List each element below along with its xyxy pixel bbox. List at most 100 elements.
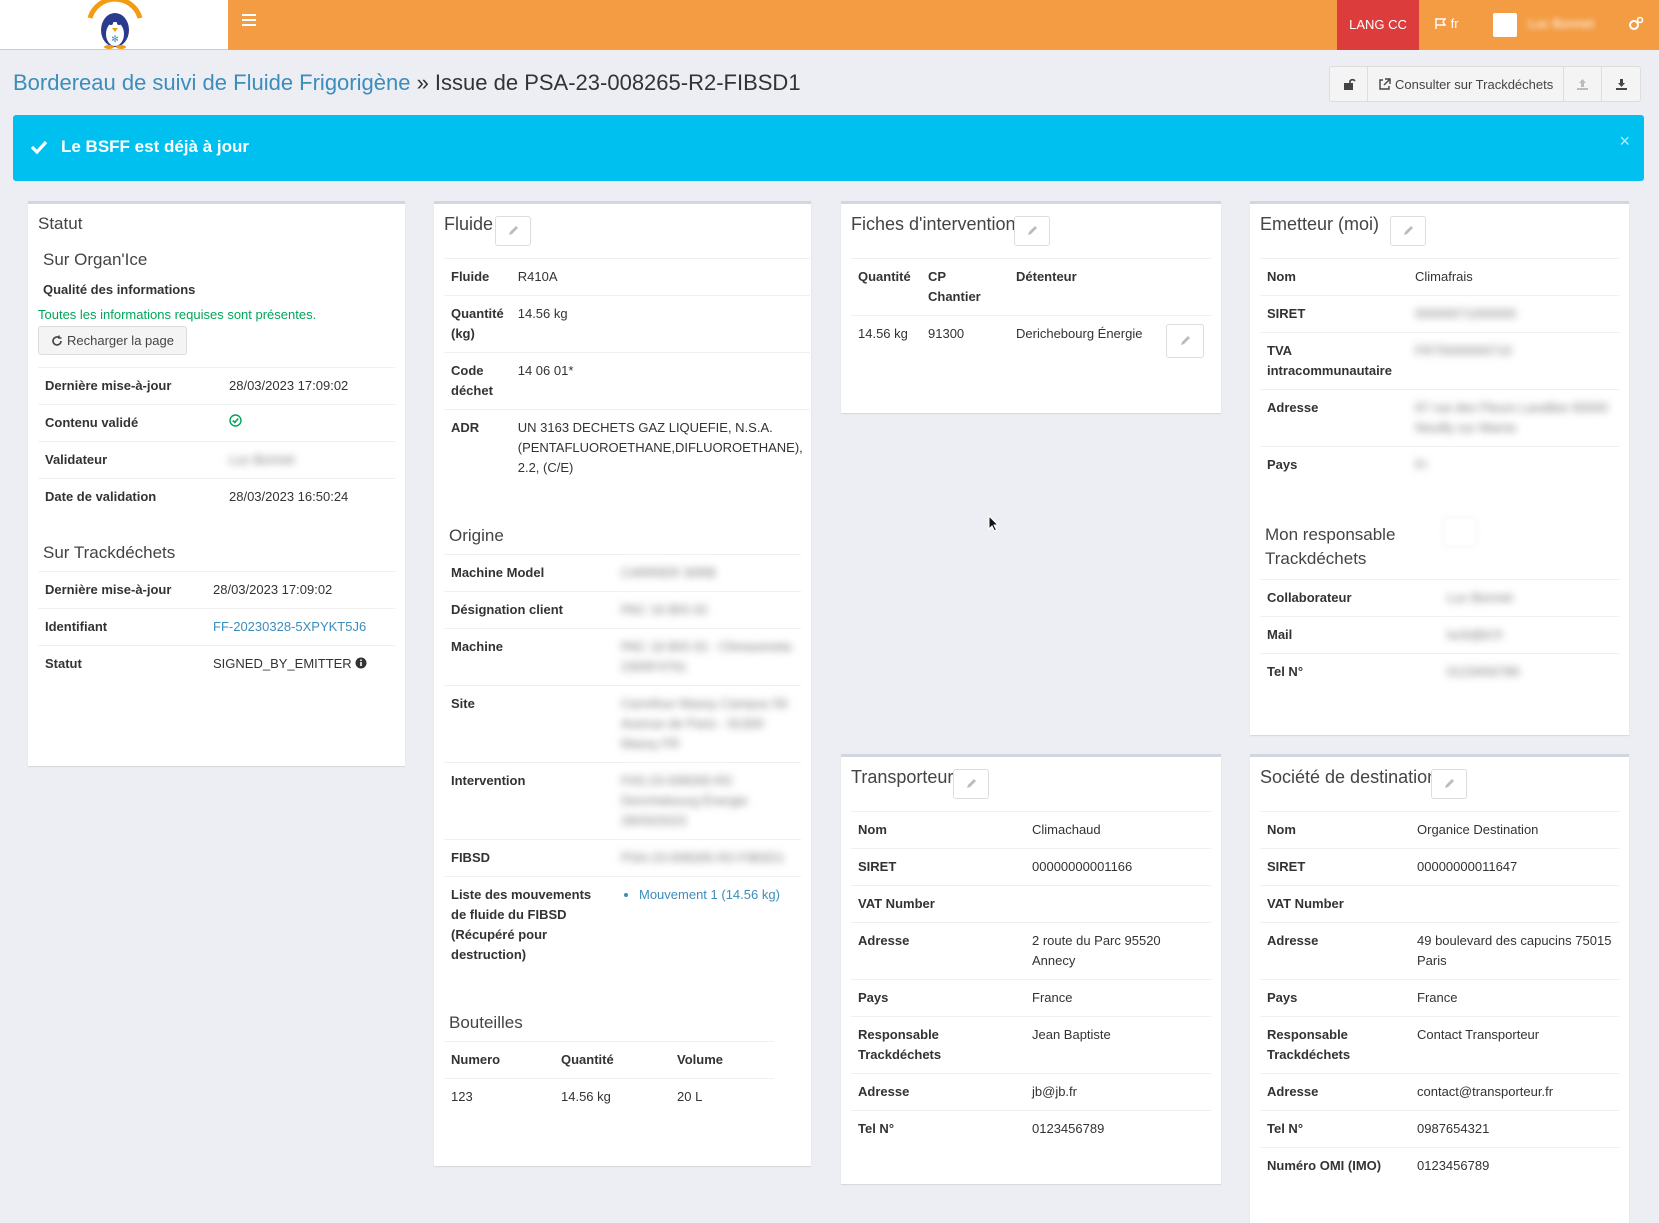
trackdechets-id-link[interactable]: FF-20230328-5XPYKT5J6 [206, 608, 395, 646]
origine-title: Origine [449, 526, 504, 545]
pencil-icon [1445, 779, 1454, 788]
menu-toggle-icon[interactable] [242, 14, 256, 28]
trackdechets-title: Sur Trackdéchets [43, 543, 176, 562]
origine-table: Machine Model CARRIER 30RB Désignation cl… [444, 554, 801, 973]
transporteur-table: Nom Climachaud SIRET 00000000001166 VAT Nu… [851, 811, 1211, 1147]
table-row: Collaborateur Luc Bonnet [1260, 579, 1619, 617]
download-button[interactable] [1602, 67, 1640, 101]
trackdechets-button[interactable]: Consulter sur Trackdéchets [1368, 67, 1565, 101]
table-row: Désignation client PAC 16 BIS 02 [444, 591, 801, 629]
table-row: SIRET 00000000011647 [1260, 848, 1619, 886]
table-row: FIBSD PSA-23-008265-R2-FIBSD1 [444, 839, 801, 877]
organice-title: Sur Organ'Ice [43, 250, 148, 269]
table-header-row: Quantité CP Chantier Détenteur [851, 258, 1211, 316]
table-row: Dernière mise-à-jour 28/03/2023 17:09:02 [38, 367, 395, 405]
edit-fiche-row-button[interactable] [1166, 324, 1204, 358]
bouteilles-title: Bouteilles [449, 1013, 523, 1032]
upload-icon [1577, 78, 1589, 90]
table-row: Adresse jb@jb.fr [851, 1073, 1211, 1111]
fluide-box: Fluide Fluide R410A Quantité (kg) 14.56 kg… [434, 201, 811, 1166]
table-row: Validateur Luc Bonnet [38, 441, 395, 479]
table-row: VAT Number [1260, 885, 1619, 923]
destination-header: Société de destination [1250, 757, 1629, 803]
pencil-icon [967, 779, 976, 788]
fiches-table: Quantité CP Chantier Détenteur 14.56 kg … [851, 258, 1211, 372]
destination-title: Société de destination [1260, 767, 1438, 787]
pencil-icon [509, 226, 518, 235]
table-row: Adresse 49 boulevard des capucins 75015 P… [1260, 922, 1619, 980]
table-row: Quantité (kg) 14.56 kg [444, 295, 810, 353]
table-row: Machine PAC 16 BIS 02 - Climaveneta 2305F… [444, 628, 801, 686]
edit-transporteur-button[interactable] [953, 769, 989, 799]
table-row: Fluide R410A [444, 258, 810, 296]
trackdechets-status-table: Dernière mise-à-jour 28/03/2023 17:09:02 … [38, 571, 395, 682]
fluide-header: Fluide [434, 204, 811, 250]
emetteur-table: Nom Climafrais SIRET 00000071000000 TVA in… [1260, 258, 1619, 483]
table-row: VAT Number [851, 885, 1211, 923]
alert-close-button[interactable]: × [1619, 131, 1630, 152]
table-row: Site Carrefour Massy Campus 59 Avenue de … [444, 685, 801, 763]
emetteur-title: Emetteur (moi) [1260, 214, 1380, 234]
edit-fiches-button[interactable] [1014, 216, 1050, 246]
table-row: Tel N° 0123456789 [1260, 653, 1619, 690]
edit-emetteur-button[interactable] [1390, 216, 1426, 246]
table-row: Date de validation 28/03/2023 16:50:24 [38, 478, 395, 515]
alert-message: Le BSFF est déjà à jour [61, 137, 249, 156]
table-row: Mail lucb@d.fr [1260, 616, 1619, 654]
unlock-button[interactable] [1330, 67, 1368, 101]
table-row: Nom Organice Destination [1260, 811, 1619, 849]
table-row: 123 14.56 kg 20 L [444, 1078, 774, 1115]
mouse-cursor-icon [988, 515, 1000, 532]
lang-cc-button[interactable]: LANG CC [1337, 0, 1419, 50]
table-row: Responsable Trackdéchets Jean Baptiste [851, 1016, 1211, 1074]
logo[interactable]: ✻ [0, 0, 228, 50]
refresh-icon [52, 335, 62, 346]
move-link[interactable]: Mouvement 1 (14.56 kg) [639, 885, 794, 905]
language-label: fr [1450, 16, 1459, 31]
table-row: Intervention FIIS-23-008265-R2 Derichebou… [444, 762, 801, 840]
cogs-icon[interactable] [1628, 16, 1644, 32]
info-icon[interactable] [355, 657, 367, 669]
table-row: Nom Climafrais [1260, 258, 1619, 296]
table-row: Contenu validé [38, 404, 395, 442]
fluide-table: Fluide R410A Quantité (kg) 14.56 kg Code d… [444, 258, 810, 486]
title-toolbar: Consulter sur Trackdéchets [1329, 66, 1642, 102]
pencil-icon [1028, 226, 1037, 235]
success-alert: Le BSFF est déjà à jour × [13, 115, 1644, 181]
pencil-icon [1404, 226, 1413, 235]
table-row: SIRET 00000000001166 [851, 848, 1211, 886]
table-row: Adresse 97 rue des Fleurs Lavallee 93000 … [1260, 389, 1619, 447]
emetteur-box: Emetteur (moi) Nom Climafrais SIRET 000000… [1250, 201, 1629, 735]
edit-fluide-button[interactable] [495, 216, 531, 246]
transporteur-header: Transporteur [841, 757, 1221, 803]
reload-button[interactable]: Recharger la page [38, 326, 187, 355]
reload-button-label: Recharger la page [67, 333, 174, 348]
moves-list: Mouvement 1 (14.56 kg) [621, 885, 794, 905]
table-row: Dernière mise-à-jour 28/03/2023 17:09:02 [38, 571, 395, 609]
table-row: Nom Climachaud [851, 811, 1211, 849]
edit-destination-button[interactable] [1431, 769, 1467, 799]
transporteur-title: Transporteur [851, 767, 954, 787]
table-row: Statut SIGNED_BY_EMITTER [38, 645, 395, 682]
table-row: Tel N° 0987654321 [1260, 1110, 1619, 1148]
table-row: Responsable Trackdéchets Contact Transpor… [1260, 1016, 1619, 1074]
intervention-link[interactable]: FIIS-23-008265-R2 Derichebourg Énergie 2… [614, 762, 801, 840]
td-status-value: SIGNED_BY_EMITTER [213, 656, 352, 671]
unlock-icon [1343, 78, 1356, 90]
upload-button[interactable] [1564, 67, 1603, 101]
table-row: ADR UN 3163 DECHETS GAZ LIQUEFIE, N.S.A. … [444, 409, 810, 486]
user-name[interactable]: Luc Bonnet [1528, 16, 1594, 31]
breadcrumb-link[interactable]: Bordereau de suivi de Fluide Frigorigène [13, 70, 410, 95]
download-icon [1615, 78, 1627, 90]
language-selector[interactable]: fr [1434, 16, 1459, 31]
fiches-box: Fiches d'intervention Quantité CP Chanti… [841, 201, 1221, 413]
status-title: Statut [38, 214, 83, 233]
table-row: Adresse contact@transporteur.fr [1260, 1073, 1619, 1111]
organice-status-table: Dernière mise-à-jour 28/03/2023 17:09:02 … [38, 367, 395, 515]
responsable-title: Mon responsable Trackdéchets [1265, 525, 1396, 568]
page-title: Bordereau de suivi de Fluide Frigorigène… [13, 70, 801, 96]
table-row: Adresse 2 route du Parc 95520 Annecy [851, 922, 1211, 980]
user-avatar[interactable] [1493, 13, 1517, 37]
destination-table: Nom Organice Destination SIRET 00000000011… [1260, 811, 1619, 1184]
edit-responsable-button[interactable] [1442, 517, 1478, 547]
